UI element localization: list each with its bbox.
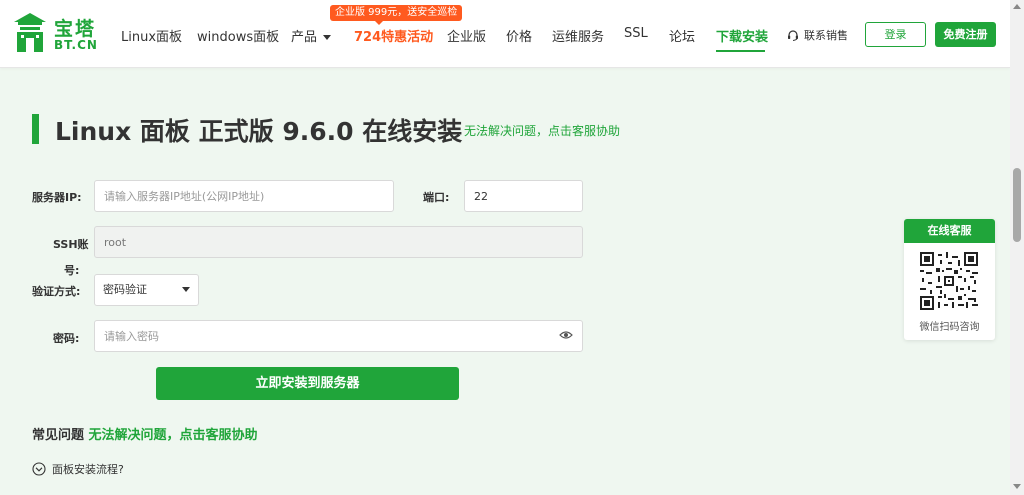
title-accent-bar xyxy=(32,114,39,144)
site-header: 宝塔 BT.CN 企业版 999元，送安全巡检 Linux面板 windows面… xyxy=(0,0,1010,68)
register-button[interactable]: 免费注册 xyxy=(935,22,996,47)
faq-title: 常见问题 xyxy=(32,428,85,443)
promo-badge[interactable]: 企业版 999元，送安全巡检 xyxy=(330,5,463,25)
headset-icon xyxy=(788,30,798,41)
page-scrollbar[interactable] xyxy=(1010,0,1024,495)
chevron-circle-down-icon xyxy=(32,462,46,476)
faq-help-link[interactable]: 无法解决问题，点击客服协助 xyxy=(89,428,258,443)
brand-domain: BT.CN xyxy=(54,38,98,52)
auth-method-value: 密码验证 xyxy=(103,283,147,296)
nav-forum[interactable]: 论坛 xyxy=(669,26,695,45)
nav-enterprise[interactable]: 企业版 xyxy=(447,26,486,45)
title-help-link[interactable]: 无法解决问题，点击客服协助 xyxy=(464,122,620,139)
contact-sales-label: 联系销售 xyxy=(804,29,848,42)
install-to-server-button[interactable]: 立即安装到服务器 xyxy=(156,367,459,400)
faq-item-label: 面板安装流程? xyxy=(52,463,124,476)
nav-products[interactable]: 产品 xyxy=(291,26,332,45)
brand-logo[interactable]: 宝塔 BT.CN xyxy=(12,12,102,56)
ssh-account-label: SSH账 xyxy=(53,238,89,251)
nav-linux-panel[interactable]: Linux面板 xyxy=(121,26,182,45)
server-ip-label: 服务器IP: xyxy=(32,191,82,204)
contact-sales-link[interactable]: 联系销售 xyxy=(787,27,848,43)
server-ip-input[interactable] xyxy=(94,180,394,212)
brand-name: 宝塔 xyxy=(54,18,97,40)
ssh-account-input xyxy=(94,226,583,258)
nav-products-label: 产品 xyxy=(291,30,318,45)
online-service-card[interactable]: 在线客服 微信扫码咨询 xyxy=(904,219,995,340)
wechat-qr-code xyxy=(920,252,978,310)
chevron-down-icon xyxy=(182,287,190,292)
auth-method-label: 验证方式: xyxy=(32,285,81,298)
nav-promo-event[interactable]: 724特惠活动 xyxy=(354,26,433,45)
online-service-title: 在线客服 xyxy=(904,219,995,243)
password-input[interactable] xyxy=(94,320,583,352)
faq-item[interactable]: 面板安装流程? xyxy=(32,461,124,477)
nav-download-install[interactable]: 下载安装 xyxy=(716,26,768,45)
password-label: 密码: xyxy=(53,332,80,345)
service-caption: 微信扫码咨询 xyxy=(919,322,980,333)
scroll-down-arrow-icon[interactable] xyxy=(1013,484,1021,489)
ssh-account-label-cont: 号: xyxy=(64,264,80,277)
active-nav-indicator xyxy=(716,50,765,52)
login-button[interactable]: 登录 xyxy=(865,22,926,47)
nav-ops-service[interactable]: 运维服务 xyxy=(552,26,604,45)
scroll-up-arrow-icon[interactable] xyxy=(1013,4,1021,9)
faq-heading: 常见问题 无法解决问题，点击客服协助 xyxy=(32,424,258,443)
page-title: Linux 面板 正式版 9.6.0 在线安装 xyxy=(55,117,463,146)
nav-pricing[interactable]: 价格 xyxy=(506,26,532,45)
eye-icon[interactable] xyxy=(559,330,573,340)
nav-windows-panel[interactable]: windows面板 xyxy=(197,26,279,45)
port-input[interactable] xyxy=(464,180,583,212)
port-label: 端口: xyxy=(423,191,450,204)
nav-ssl[interactable]: SSL xyxy=(624,26,648,41)
pagoda-logo-icon xyxy=(14,13,46,52)
chevron-down-icon xyxy=(323,35,332,40)
auth-method-select[interactable]: 密码验证 xyxy=(94,274,199,306)
scrollbar-thumb[interactable] xyxy=(1013,168,1021,242)
